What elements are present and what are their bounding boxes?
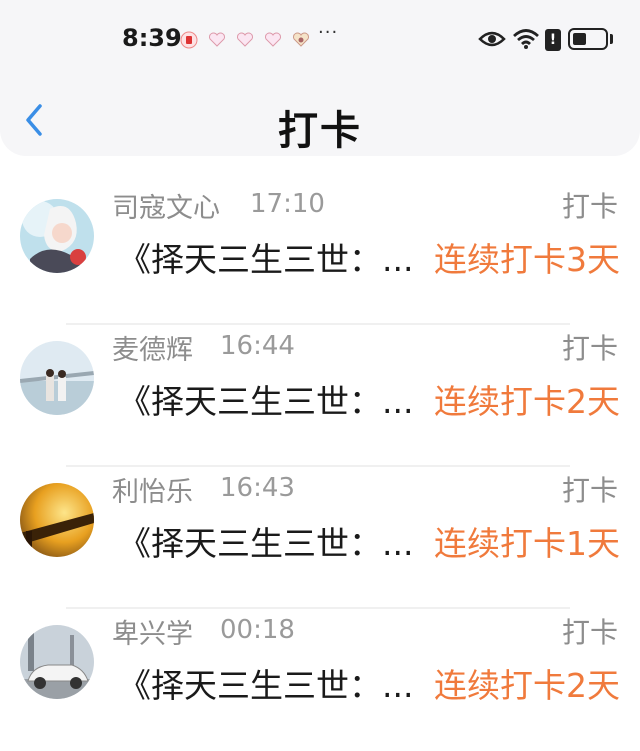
status-time: 8:39 [122,24,182,52]
header-area: 8:39 ··· ! 打卡 [0,0,640,156]
heart-avatar-icon [293,32,309,47]
list-item[interactable]: 司寇文心 17:10 打卡 《择天三生三世：... 连续打卡3天 [0,183,640,325]
post-time: 16:44 [220,331,295,361]
message-text: 《择天三生三世：... [118,666,414,705]
checkin-tag: 打卡 [561,190,618,223]
status-bar: 8:39 ··· ! [0,0,640,82]
avatar[interactable] [20,199,94,273]
user-name[interactable]: 司寇文心 [112,186,220,225]
avatar[interactable] [20,483,94,557]
battery-tip [610,34,613,44]
user-name[interactable]: 利怡乐 [112,470,193,509]
message-text: 《择天三生三世：... [118,382,414,421]
avatar[interactable] [20,625,94,699]
alert-icon: ! [545,29,561,51]
more-notifications-icon: ··· [318,22,339,43]
heart-icon [265,32,281,47]
list-item[interactable]: 卑兴学 00:18 打卡 《择天三生三世：... 连续打卡2天 [0,609,640,751]
avatar[interactable] [20,341,94,415]
streak-text: 连续打卡2天 [434,382,620,421]
heart-icon [237,32,253,47]
notification-badge-icon [180,31,198,49]
wifi-icon [513,29,539,49]
heart-icon [209,32,225,47]
checkin-tag: 打卡 [561,332,618,365]
message-text: 《择天三生三世：... [118,524,414,563]
user-name[interactable]: 卑兴学 [112,612,193,651]
battery-icon [568,28,608,50]
list-item[interactable]: 利怡乐 16:43 打卡 《择天三生三世：... 连续打卡1天 [0,467,640,609]
user-name[interactable]: 麦德辉 [112,328,193,367]
streak-text: 连续打卡2天 [434,666,620,705]
message-text: 《择天三生三世：... [118,240,414,279]
streak-text: 连续打卡1天 [434,524,620,563]
list-item[interactable]: 麦德辉 16:44 打卡 《择天三生三世：... 连续打卡2天 [0,325,640,467]
checkin-tag: 打卡 [561,616,618,649]
post-time: 17:10 [250,189,325,219]
post-time: 16:43 [220,473,295,503]
eye-icon [478,31,506,47]
streak-text: 连续打卡3天 [434,240,620,279]
post-time: 00:18 [220,615,295,645]
page-title: 打卡 [278,108,362,154]
checkin-tag: 打卡 [561,474,618,507]
